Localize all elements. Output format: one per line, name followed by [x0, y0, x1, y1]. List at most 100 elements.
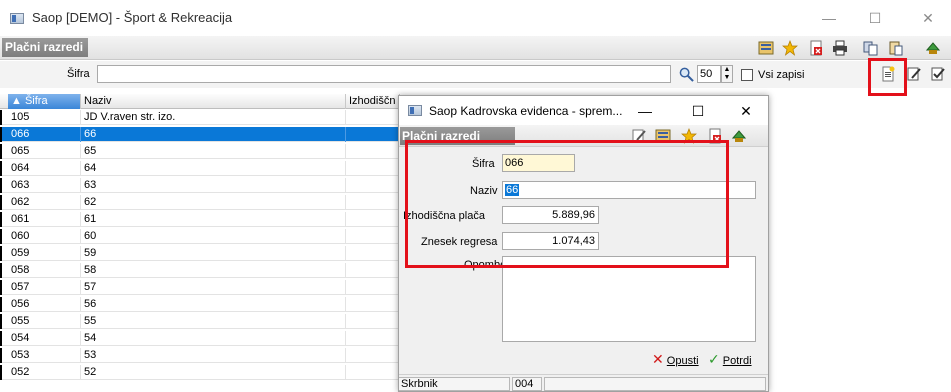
- cell-izhodiscna: [346, 348, 400, 363]
- row-indicator: [0, 110, 2, 125]
- cell-name: JD V.raven str. izo.: [81, 110, 346, 125]
- status-empty: [544, 377, 766, 391]
- dialog-maximize-button[interactable]: ☐: [675, 99, 721, 123]
- row-indicator: [0, 212, 2, 227]
- all-records-label: Vsi zapisi: [758, 69, 805, 81]
- cell-izhodiscna: [346, 263, 400, 278]
- cancel-label: Opusti: [666, 355, 699, 367]
- cell-izhodiscna: [346, 195, 400, 210]
- table-row[interactable]: 064 64: [0, 161, 400, 176]
- table-row[interactable]: 061 61: [0, 212, 400, 227]
- export-icon[interactable]: [731, 128, 747, 144]
- cell-name: 60: [81, 229, 346, 244]
- minimize-button[interactable]: —: [806, 6, 852, 30]
- check-icon: ✓: [708, 351, 720, 367]
- edit-icon[interactable]: [906, 66, 922, 82]
- filter-row: Šifra 50 ▲ ▼ Vsi zapisi: [0, 61, 951, 88]
- page-size-spinner[interactable]: ▲ ▼: [721, 65, 733, 83]
- dialog-title: Saop Kadrovska evidenca - sprem...: [429, 104, 623, 118]
- cell-code: 053: [8, 348, 81, 363]
- cell-name: 66: [81, 127, 346, 142]
- cell-code: 064: [8, 161, 81, 176]
- cell-code: 065: [8, 144, 81, 159]
- cell-name: 55: [81, 314, 346, 329]
- cell-name: 54: [81, 331, 346, 346]
- cell-code: 058: [8, 263, 81, 278]
- cell-name: 61: [81, 212, 346, 227]
- dialog-close-button[interactable]: ✕: [723, 99, 769, 123]
- data-grid: ▲ Šifra Naziv Izhodiščn 105 JD V.raven st…: [0, 94, 400, 392]
- opombe-field[interactable]: [502, 256, 756, 342]
- dialog-minimize-button[interactable]: —: [622, 99, 668, 123]
- row-indicator: [0, 246, 2, 261]
- table-row[interactable]: 053 53: [0, 348, 400, 363]
- copy-icon[interactable]: [863, 40, 879, 56]
- cell-name: 65: [81, 144, 346, 159]
- cell-name: 52: [81, 365, 346, 380]
- column-naziv[interactable]: Naziv: [81, 94, 346, 109]
- table-row[interactable]: 052 52: [0, 365, 400, 380]
- cell-code: 056: [8, 297, 81, 312]
- delete-document-icon[interactable]: [808, 40, 824, 56]
- dialog-app-icon: [408, 105, 422, 116]
- cell-code: 060: [8, 229, 81, 244]
- cell-name: 56: [81, 297, 346, 312]
- table-row[interactable]: 057 57: [0, 280, 400, 295]
- highlight-fields: [405, 140, 729, 268]
- table-row[interactable]: 055 55: [0, 314, 400, 329]
- form-toolbar: Plačni razredi: [0, 36, 951, 60]
- cell-izhodiscna: [346, 110, 400, 125]
- page-size-input[interactable]: 50: [697, 65, 721, 83]
- cell-izhodiscna: [346, 331, 400, 346]
- cancel-icon: ✕: [652, 351, 664, 367]
- dialog-titlebar: Saop Kadrovska evidenca - sprem... — ☐ ✕: [399, 96, 768, 125]
- table-row[interactable]: 059 59: [0, 246, 400, 261]
- table-row[interactable]: 060 60: [0, 229, 400, 244]
- table-row[interactable]: 105 JD V.raven str. izo.: [0, 110, 400, 125]
- column-izhodiscna[interactable]: Izhodiščn: [346, 94, 400, 109]
- confirm-button[interactable]: ✓ Potrdi: [708, 351, 752, 368]
- column-sifra[interactable]: ▲ Šifra: [8, 94, 81, 109]
- app-icon: [10, 13, 24, 24]
- all-records-checkbox[interactable]: [741, 69, 753, 81]
- export-icon[interactable]: [925, 40, 941, 56]
- cell-name: 58: [81, 263, 346, 278]
- table-row[interactable]: 058 58: [0, 263, 400, 278]
- row-indicator: [0, 297, 2, 312]
- magnifier-icon[interactable]: [679, 67, 694, 82]
- cell-code: 062: [8, 195, 81, 210]
- cell-name: 62: [81, 195, 346, 210]
- row-indicator: [0, 195, 2, 210]
- table-row[interactable]: 063 63: [0, 178, 400, 193]
- form-title: Plačni razredi: [2, 38, 88, 57]
- row-indicator: [0, 161, 2, 176]
- table-row[interactable]: 056 56: [0, 297, 400, 312]
- cancel-button[interactable]: ✕ Opusti: [652, 351, 699, 368]
- table-row[interactable]: 065 65: [0, 144, 400, 159]
- filter-input[interactable]: [97, 65, 671, 83]
- edit-check-icon[interactable]: [930, 66, 946, 82]
- cell-izhodiscna: [346, 246, 400, 261]
- main-titlebar: Saop [DEMO] - Šport & Rekreacija — ☐ ✕: [0, 0, 951, 36]
- maximize-button[interactable]: ☐: [852, 6, 898, 30]
- highlight-new-button: [868, 58, 907, 96]
- row-indicator: [0, 314, 2, 329]
- grid-layout-icon[interactable]: [758, 40, 774, 56]
- cell-code: 055: [8, 314, 81, 329]
- table-row[interactable]: 054 54: [0, 331, 400, 346]
- table-row[interactable]: 066 66: [0, 127, 400, 142]
- cell-izhodiscna: [346, 229, 400, 244]
- cell-code: 054: [8, 331, 81, 346]
- cell-name: 63: [81, 178, 346, 193]
- row-indicator: [0, 348, 2, 363]
- status-value: 004: [512, 377, 542, 391]
- printer-icon[interactable]: [832, 40, 848, 56]
- row-indicator: [0, 280, 2, 295]
- close-button[interactable]: ✕: [905, 6, 951, 30]
- star-icon[interactable]: [782, 40, 798, 56]
- row-indicator: [0, 178, 2, 193]
- cell-code: 061: [8, 212, 81, 227]
- paste-icon[interactable]: [888, 40, 904, 56]
- table-row[interactable]: 062 62: [0, 195, 400, 210]
- confirm-label: Potrdi: [722, 355, 752, 367]
